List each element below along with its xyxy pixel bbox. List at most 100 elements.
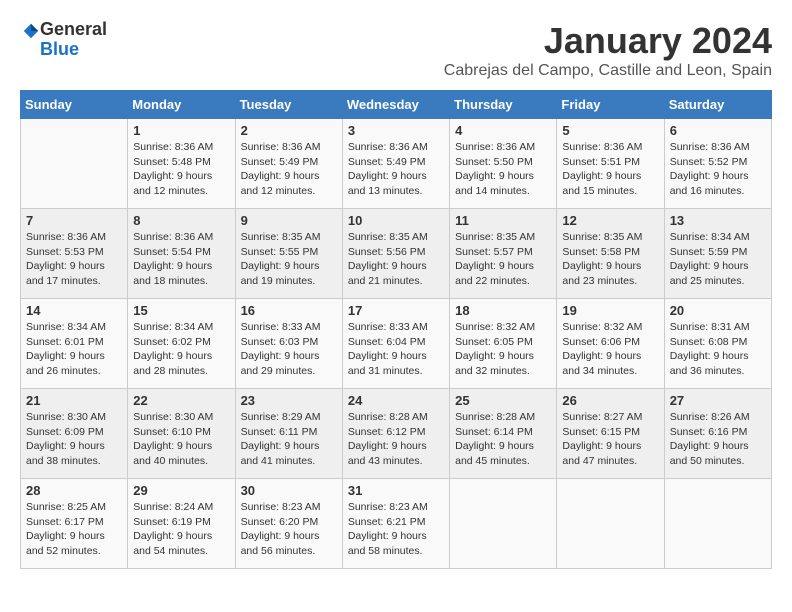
day-number: 10 <box>348 213 444 228</box>
calendar-cell: 16 Sunrise: 8:33 AM Sunset: 6:03 PM Dayli… <box>235 299 342 389</box>
calendar-cell: 4 Sunrise: 8:36 AM Sunset: 5:50 PM Daylig… <box>450 119 557 209</box>
calendar-cell: 1 Sunrise: 8:36 AM Sunset: 5:48 PM Daylig… <box>128 119 235 209</box>
calendar-cell: 20 Sunrise: 8:31 AM Sunset: 6:08 PM Dayli… <box>664 299 771 389</box>
day-number: 13 <box>670 213 766 228</box>
calendar-day-header: Monday <box>128 91 235 119</box>
calendar-cell: 13 Sunrise: 8:34 AM Sunset: 5:59 PM Dayli… <box>664 209 771 299</box>
day-info: Sunrise: 8:36 AM Sunset: 5:49 PM Dayligh… <box>348 140 444 199</box>
day-number: 27 <box>670 393 766 408</box>
day-info: Sunrise: 8:33 AM Sunset: 6:04 PM Dayligh… <box>348 320 444 379</box>
day-info: Sunrise: 8:34 AM Sunset: 6:01 PM Dayligh… <box>26 320 122 379</box>
day-info: Sunrise: 8:25 AM Sunset: 6:17 PM Dayligh… <box>26 500 122 559</box>
day-number: 22 <box>133 393 229 408</box>
day-number: 21 <box>26 393 122 408</box>
calendar-day-header: Sunday <box>21 91 128 119</box>
location-title: Cabrejas del Campo, Castille and Leon, S… <box>444 62 772 80</box>
day-number: 5 <box>562 123 658 138</box>
title-area: January 2024 Cabrejas del Campo, Castill… <box>444 20 772 80</box>
logo: General Blue <box>20 20 107 60</box>
calendar-cell: 17 Sunrise: 8:33 AM Sunset: 6:04 PM Dayli… <box>342 299 449 389</box>
day-number: 11 <box>455 213 551 228</box>
day-info: Sunrise: 8:36 AM Sunset: 5:52 PM Dayligh… <box>670 140 766 199</box>
day-number: 26 <box>562 393 658 408</box>
calendar-cell: 21 Sunrise: 8:30 AM Sunset: 6:09 PM Dayli… <box>21 389 128 479</box>
day-number: 6 <box>670 123 766 138</box>
day-number: 23 <box>241 393 337 408</box>
calendar-cell <box>21 119 128 209</box>
day-info: Sunrise: 8:26 AM Sunset: 6:16 PM Dayligh… <box>670 410 766 469</box>
calendar-cell: 15 Sunrise: 8:34 AM Sunset: 6:02 PM Dayli… <box>128 299 235 389</box>
day-number: 16 <box>241 303 337 318</box>
calendar-cell: 2 Sunrise: 8:36 AM Sunset: 5:49 PM Daylig… <box>235 119 342 209</box>
calendar-cell: 22Sunrise: 8:30 AM Sunset: 6:10 PM Dayli… <box>128 389 235 479</box>
calendar-week-row: 1 Sunrise: 8:36 AM Sunset: 5:48 PM Daylig… <box>21 119 772 209</box>
calendar-cell: 19Sunrise: 8:32 AM Sunset: 6:06 PM Dayli… <box>557 299 664 389</box>
day-number: 15 <box>133 303 229 318</box>
day-info: Sunrise: 8:36 AM Sunset: 5:49 PM Dayligh… <box>241 140 337 199</box>
calendar-table: SundayMondayTuesdayWednesdayThursdayFrid… <box>20 90 772 569</box>
day-info: Sunrise: 8:32 AM Sunset: 6:06 PM Dayligh… <box>562 320 658 379</box>
day-number: 14 <box>26 303 122 318</box>
calendar-cell: 26 Sunrise: 8:27 AM Sunset: 6:15 PM Dayli… <box>557 389 664 479</box>
day-number: 30 <box>241 483 337 498</box>
calendar-cell: 28 Sunrise: 8:25 AM Sunset: 6:17 PM Dayli… <box>21 479 128 569</box>
day-info: Sunrise: 8:34 AM Sunset: 5:59 PM Dayligh… <box>670 230 766 289</box>
day-number: 17 <box>348 303 444 318</box>
day-info: Sunrise: 8:28 AM Sunset: 6:14 PM Dayligh… <box>455 410 551 469</box>
day-info: Sunrise: 8:33 AM Sunset: 6:03 PM Dayligh… <box>241 320 337 379</box>
day-info: Sunrise: 8:27 AM Sunset: 6:15 PM Dayligh… <box>562 410 658 469</box>
calendar-cell: 3 Sunrise: 8:36 AM Sunset: 5:49 PM Daylig… <box>342 119 449 209</box>
day-info: Sunrise: 8:23 AM Sunset: 6:20 PM Dayligh… <box>241 500 337 559</box>
day-number: 12 <box>562 213 658 228</box>
day-number: 2 <box>241 123 337 138</box>
day-info: Sunrise: 8:35 AM Sunset: 5:55 PM Dayligh… <box>241 230 337 289</box>
day-info: Sunrise: 8:31 AM Sunset: 6:08 PM Dayligh… <box>670 320 766 379</box>
calendar-cell: 7Sunrise: 8:36 AM Sunset: 5:53 PM Daylig… <box>21 209 128 299</box>
day-number: 3 <box>348 123 444 138</box>
day-info: Sunrise: 8:36 AM Sunset: 5:53 PM Dayligh… <box>26 230 122 289</box>
calendar-week-row: 14 Sunrise: 8:34 AM Sunset: 6:01 PM Dayli… <box>21 299 772 389</box>
day-info: Sunrise: 8:35 AM Sunset: 5:57 PM Dayligh… <box>455 230 551 289</box>
day-number: 1 <box>133 123 229 138</box>
day-info: Sunrise: 8:36 AM Sunset: 5:48 PM Dayligh… <box>133 140 229 199</box>
calendar-cell: 8Sunrise: 8:36 AM Sunset: 5:54 PM Daylig… <box>128 209 235 299</box>
calendar-cell: 31 Sunrise: 8:23 AM Sunset: 6:21 PM Dayli… <box>342 479 449 569</box>
day-info: Sunrise: 8:36 AM Sunset: 5:51 PM Dayligh… <box>562 140 658 199</box>
month-title: January 2024 <box>444 20 772 62</box>
day-info: Sunrise: 8:29 AM Sunset: 6:11 PM Dayligh… <box>241 410 337 469</box>
day-info: Sunrise: 8:30 AM Sunset: 6:09 PM Dayligh… <box>26 410 122 469</box>
calendar-cell: 14 Sunrise: 8:34 AM Sunset: 6:01 PM Dayli… <box>21 299 128 389</box>
day-number: 28 <box>26 483 122 498</box>
day-info: Sunrise: 8:35 AM Sunset: 5:58 PM Dayligh… <box>562 230 658 289</box>
calendar-cell: 10Sunrise: 8:35 AM Sunset: 5:56 PM Dayli… <box>342 209 449 299</box>
page-header: General Blue January 2024 Cabrejas del C… <box>20 20 772 80</box>
day-number: 8 <box>133 213 229 228</box>
logo-general: General <box>40 20 107 40</box>
day-number: 4 <box>455 123 551 138</box>
calendar-cell: 30 Sunrise: 8:23 AM Sunset: 6:20 PM Dayli… <box>235 479 342 569</box>
calendar-cell: 24Sunrise: 8:28 AM Sunset: 6:12 PM Dayli… <box>342 389 449 479</box>
day-number: 18 <box>455 303 551 318</box>
day-info: Sunrise: 8:34 AM Sunset: 6:02 PM Dayligh… <box>133 320 229 379</box>
calendar-cell <box>450 479 557 569</box>
day-number: 31 <box>348 483 444 498</box>
logo-blue: Blue <box>40 40 107 60</box>
calendar-week-row: 28 Sunrise: 8:25 AM Sunset: 6:17 PM Dayli… <box>21 479 772 569</box>
calendar-cell: 9Sunrise: 8:35 AM Sunset: 5:55 PM Daylig… <box>235 209 342 299</box>
day-number: 20 <box>670 303 766 318</box>
day-info: Sunrise: 8:24 AM Sunset: 6:19 PM Dayligh… <box>133 500 229 559</box>
calendar-cell: 11 Sunrise: 8:35 AM Sunset: 5:57 PM Dayli… <box>450 209 557 299</box>
day-info: Sunrise: 8:23 AM Sunset: 6:21 PM Dayligh… <box>348 500 444 559</box>
calendar-day-header: Saturday <box>664 91 771 119</box>
day-info: Sunrise: 8:36 AM Sunset: 5:50 PM Dayligh… <box>455 140 551 199</box>
calendar-day-header: Thursday <box>450 91 557 119</box>
calendar-week-row: 7Sunrise: 8:36 AM Sunset: 5:53 PM Daylig… <box>21 209 772 299</box>
calendar-cell <box>664 479 771 569</box>
calendar-header-row: SundayMondayTuesdayWednesdayThursdayFrid… <box>21 91 772 119</box>
day-number: 25 <box>455 393 551 408</box>
logo-text: General Blue <box>40 20 107 60</box>
day-number: 24 <box>348 393 444 408</box>
calendar-cell: 25 Sunrise: 8:28 AM Sunset: 6:14 PM Dayli… <box>450 389 557 479</box>
calendar-cell: 18Sunrise: 8:32 AM Sunset: 6:05 PM Dayli… <box>450 299 557 389</box>
calendar-day-header: Friday <box>557 91 664 119</box>
